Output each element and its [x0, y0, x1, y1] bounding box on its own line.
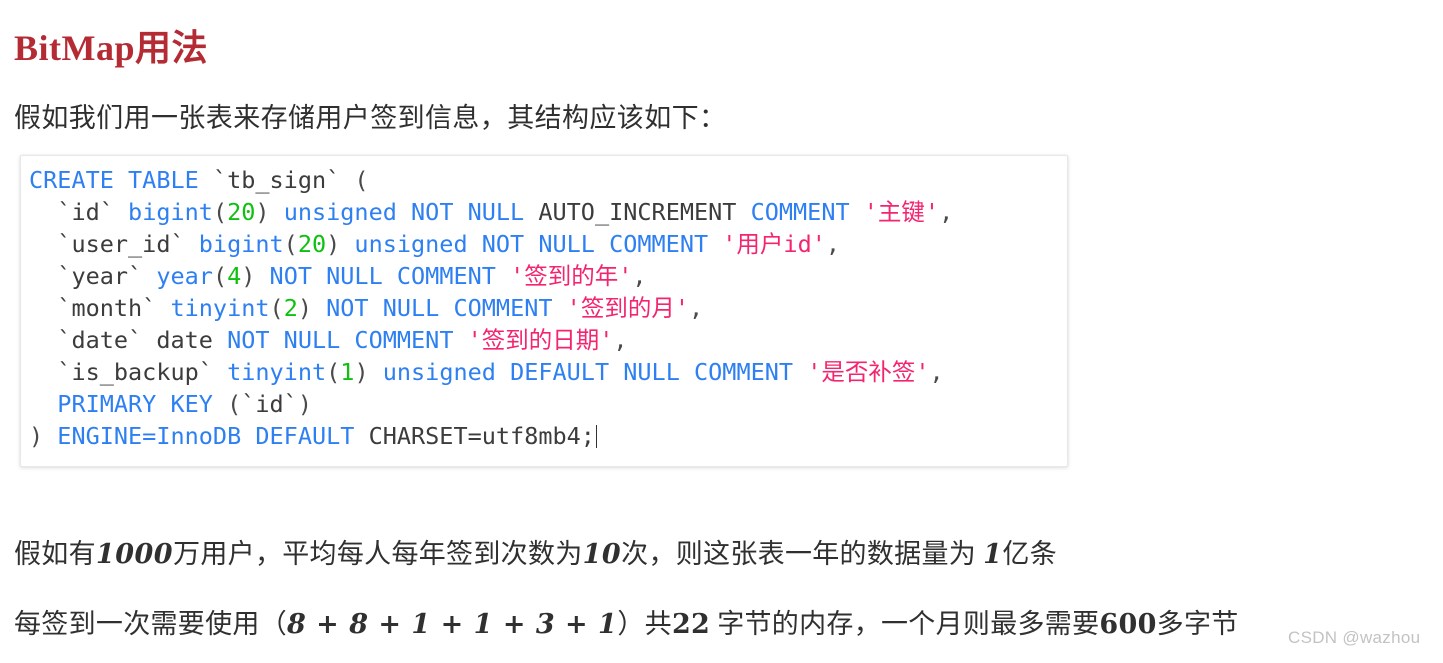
code-token: `month`: [29, 294, 171, 322]
code-token: tinyint: [227, 358, 327, 386]
code-token: ): [326, 230, 355, 258]
code-token: PRIMARY KEY: [29, 390, 228, 418]
intro-paragraph: 假如我们用一张表来存储用户签到信息，其结构应该如下：: [14, 103, 727, 133]
code-line: `user_id` bigint(20) unsigned NOT NULL C…: [29, 228, 1067, 260]
csdn-watermark: CSDN @wazhou: [1288, 628, 1421, 647]
code-token: `id`: [241, 390, 298, 418]
code-token: CREATE TABLE: [29, 166, 213, 194]
code-token: NOT NULL COMMENT: [326, 294, 567, 322]
note-text: 假如有: [14, 539, 96, 569]
code-token: year: [156, 262, 213, 290]
code-token: CHARSET=utf8mb4;: [368, 422, 595, 450]
code-token: (: [326, 358, 341, 386]
code-line: PRIMARY KEY (`id`): [29, 388, 1067, 420]
code-token: 20: [227, 198, 256, 226]
code-token: `id`: [29, 198, 129, 226]
code-token: bigint: [198, 230, 284, 258]
sql-code-block[interactable]: CREATE TABLE `tb_sign` ( `id` bigint(20)…: [20, 155, 1068, 467]
code-token: ,: [825, 230, 841, 258]
note-number: 1000: [95, 539, 174, 570]
code-token: ,: [688, 294, 704, 322]
code-token: (: [212, 198, 228, 226]
code-token: (: [283, 230, 298, 258]
code-token: `year`: [29, 262, 157, 290]
note-text: 字节的内存，一个月则最多需要: [710, 609, 1100, 639]
code-token: 4: [227, 262, 242, 290]
code-token: '用户id': [722, 230, 826, 258]
code-token: ,: [939, 198, 954, 226]
code-token: (: [212, 262, 228, 290]
code-line: `year` year(4) NOT NULL COMMENT '签到的年',: [29, 260, 1067, 292]
code-token: ENGINE=InnoDB DEFAULT: [57, 422, 369, 450]
note-number: 8 + 8 + 1 + 1 + 3 + 1: [287, 609, 618, 640]
note-text: 多字节: [1156, 609, 1239, 639]
code-token: `tb_sign`: [212, 166, 355, 194]
code-content[interactable]: CREATE TABLE `tb_sign` ( `id` bigint(20)…: [21, 156, 1067, 452]
code-token: COMMENT: [750, 198, 864, 226]
code-line: `is_backup` tinyint(1) unsigned DEFAULT …: [29, 356, 1067, 388]
code-token: unsigned NOT NULL COMMENT: [354, 230, 723, 258]
code-token: 20: [297, 230, 327, 258]
code-token: tinyint: [170, 294, 270, 322]
code-token: ,: [632, 262, 647, 290]
code-token: unsigned DEFAULT NULL COMMENT: [382, 358, 808, 386]
code-token: 1: [340, 358, 355, 386]
note-text: ）共: [617, 609, 672, 639]
code-line: `date` date NOT NULL COMMENT '签到的日期',: [29, 324, 1067, 356]
code-line: `id` bigint(20) unsigned NOT NULL AUTO_I…: [29, 196, 1067, 228]
code-token: '主键': [863, 198, 940, 226]
note-number: 22: [671, 609, 711, 640]
document-page: BitMap用法 假如我们用一张表来存储用户签到信息，其结构应该如下： CREA…: [0, 0, 1443, 663]
code-line: `month` tinyint(2) NOT NULL COMMENT '签到的…: [29, 292, 1067, 324]
code-token: bigint: [128, 198, 213, 226]
code-token: `is_backup`: [29, 358, 228, 386]
code-token: `date`: [29, 326, 157, 354]
note-text: 次，则这张表一年的数据量为: [621, 539, 984, 569]
note-text: 每签到一次需要使用（: [14, 609, 287, 639]
code-token: ): [29, 422, 58, 450]
code-token: unsigned NOT NULL: [283, 198, 539, 226]
note-line-2: 每签到一次需要使用（8 + 8 + 1 + 1 + 3 + 1）共22 字节的内…: [14, 605, 1239, 644]
code-token: '是否补签': [807, 358, 930, 386]
page-title: BitMap用法: [14, 28, 209, 69]
note-number: 10: [582, 539, 622, 570]
code-token: 2: [283, 294, 298, 322]
code-token: '签到的月': [566, 294, 689, 322]
code-token: ,: [613, 326, 628, 354]
code-token: ): [255, 198, 284, 226]
code-line: CREATE TABLE `tb_sign` (: [29, 164, 1067, 196]
code-token: (: [354, 166, 369, 194]
note-text: 亿条: [1002, 539, 1057, 569]
note-number: 600: [1099, 609, 1157, 640]
code-token: ): [297, 294, 327, 322]
code-token: NOT NULL COMMENT: [269, 262, 511, 290]
code-token: NOT NULL COMMENT: [227, 326, 468, 354]
code-token: ): [354, 358, 383, 386]
code-token: `user_id`: [29, 230, 199, 258]
code-token: ,: [929, 358, 944, 386]
code-token: date: [156, 326, 228, 354]
text-caret: [595, 425, 597, 448]
code-token: '签到的年': [510, 262, 633, 290]
code-token: '签到的日期': [467, 326, 614, 354]
code-token: AUTO_INCREMENT: [538, 198, 751, 226]
code-token: ): [297, 390, 312, 418]
note-line-1: 假如有1000万用户，平均每人每年签到次数为10次，则这张表一年的数据量为 1亿…: [14, 535, 1057, 574]
note-text: 万用户，平均每人每年签到次数为: [173, 539, 583, 569]
code-token: ): [241, 262, 270, 290]
code-line: ) ENGINE=InnoDB DEFAULT CHARSET=utf8mb4;: [29, 420, 1067, 452]
code-token: (: [269, 294, 284, 322]
note-number: 1: [983, 539, 1003, 570]
code-token: (: [227, 390, 242, 418]
